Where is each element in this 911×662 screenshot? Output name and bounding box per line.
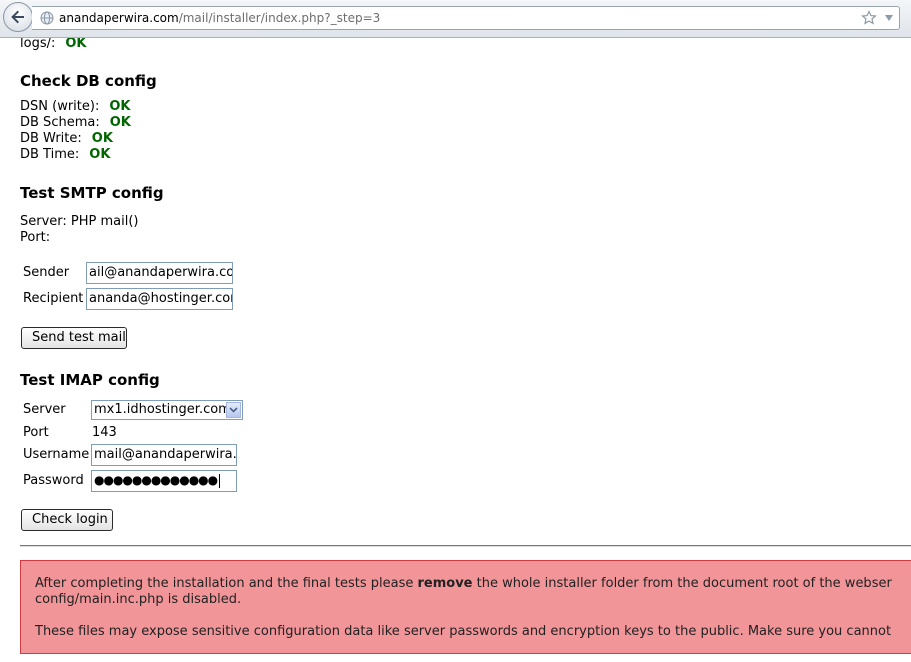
url-text: anandaperwira.com/mail/installer/index.p… <box>59 11 380 25</box>
warning-notice: After completing the installation and th… <box>20 560 911 654</box>
password-mask: ●●●●●●●●●●●●● <box>94 473 218 487</box>
divider <box>20 545 911 547</box>
status-ok: OK <box>91 131 113 146</box>
status-ok: OK <box>109 99 131 114</box>
address-bar[interactable]: anandaperwira.com/mail/installer/index.p… <box>32 6 900 30</box>
url-host: anandaperwira.com <box>59 11 179 25</box>
status-ok: OK <box>109 115 131 130</box>
chevron-down-icon[interactable] <box>884 14 894 22</box>
imap-port-value: 143 <box>92 425 117 440</box>
smtp-title: Test SMTP config <box>20 184 164 202</box>
notice-line-2: config/main.inc.php is disabled. <box>35 592 242 607</box>
status-ok: OK <box>89 147 111 162</box>
db-item-label: DB Schema: <box>20 115 100 130</box>
notice-line-3: These files may expose sensitive configu… <box>35 624 892 639</box>
notice-emphasis: remove <box>417 576 473 591</box>
send-test-mail-button[interactable]: Send test mail <box>21 327 127 349</box>
status-ok: OK <box>65 38 87 51</box>
imap-password-label: Password <box>23 473 84 488</box>
recipient-input[interactable]: ananda@hostinger.com <box>86 288 233 310</box>
db-row-schema: DB Schema: OK <box>20 115 131 130</box>
sender-label: Sender <box>23 265 70 280</box>
browser-toolbar: anandaperwira.com/mail/installer/index.p… <box>0 0 911 38</box>
imap-password-input[interactable]: ●●●●●●●●●●●●● <box>91 470 237 492</box>
smtp-port-line: Port: <box>20 230 51 245</box>
select-arrow[interactable] <box>226 402 241 418</box>
chevron-down-icon <box>229 407 238 413</box>
url-path: /mail/installer/index.php?_step=3 <box>178 11 381 25</box>
imap-server-select[interactable]: mx1.idhostinger.com. <box>91 400 243 420</box>
imap-port-label: Port <box>23 425 49 440</box>
db-item-label: DB Write: <box>20 131 82 146</box>
check-login-button[interactable]: Check login <box>21 509 113 531</box>
installer-page: logs/: OK Check DB config DSN (write): OK … <box>0 38 911 662</box>
globe-icon <box>40 11 54 25</box>
db-item-label: DSN (write): <box>20 99 100 114</box>
smtp-server-line: Server: PHP mail() <box>20 214 139 229</box>
db-row-write: DB Write: OK <box>20 131 113 146</box>
recipient-label: Recipient <box>23 291 84 306</box>
sender-input[interactable]: ail@anandaperwira.com <box>86 262 233 284</box>
db-item-label: DB Time: <box>20 147 80 162</box>
db-row-dsn: DSN (write): OK <box>20 99 130 114</box>
back-button[interactable] <box>3 2 33 32</box>
db-row-time: DB Time: OK <box>20 147 110 162</box>
imap-title: Test IMAP config <box>20 371 160 389</box>
imap-server-label: Server <box>23 402 66 417</box>
logs-label: logs/: <box>20 38 56 51</box>
notice-text: the whole installer folder from the docu… <box>472 576 892 591</box>
notice-line-1: After completing the installation and th… <box>35 576 892 591</box>
imap-username-input[interactable]: mail@anandaperwira.co <box>91 444 237 466</box>
db-check-title: Check DB config <box>20 72 157 90</box>
notice-text: After completing the installation and th… <box>35 576 418 591</box>
imap-server-value: mx1.idhostinger.com. <box>94 402 235 417</box>
bookmark-star-icon[interactable] <box>861 10 877 26</box>
back-arrow-icon <box>11 10 24 24</box>
text-cursor <box>219 473 221 488</box>
imap-username-label: Username <box>23 447 90 462</box>
logs-row: logs/: OK <box>20 38 86 51</box>
